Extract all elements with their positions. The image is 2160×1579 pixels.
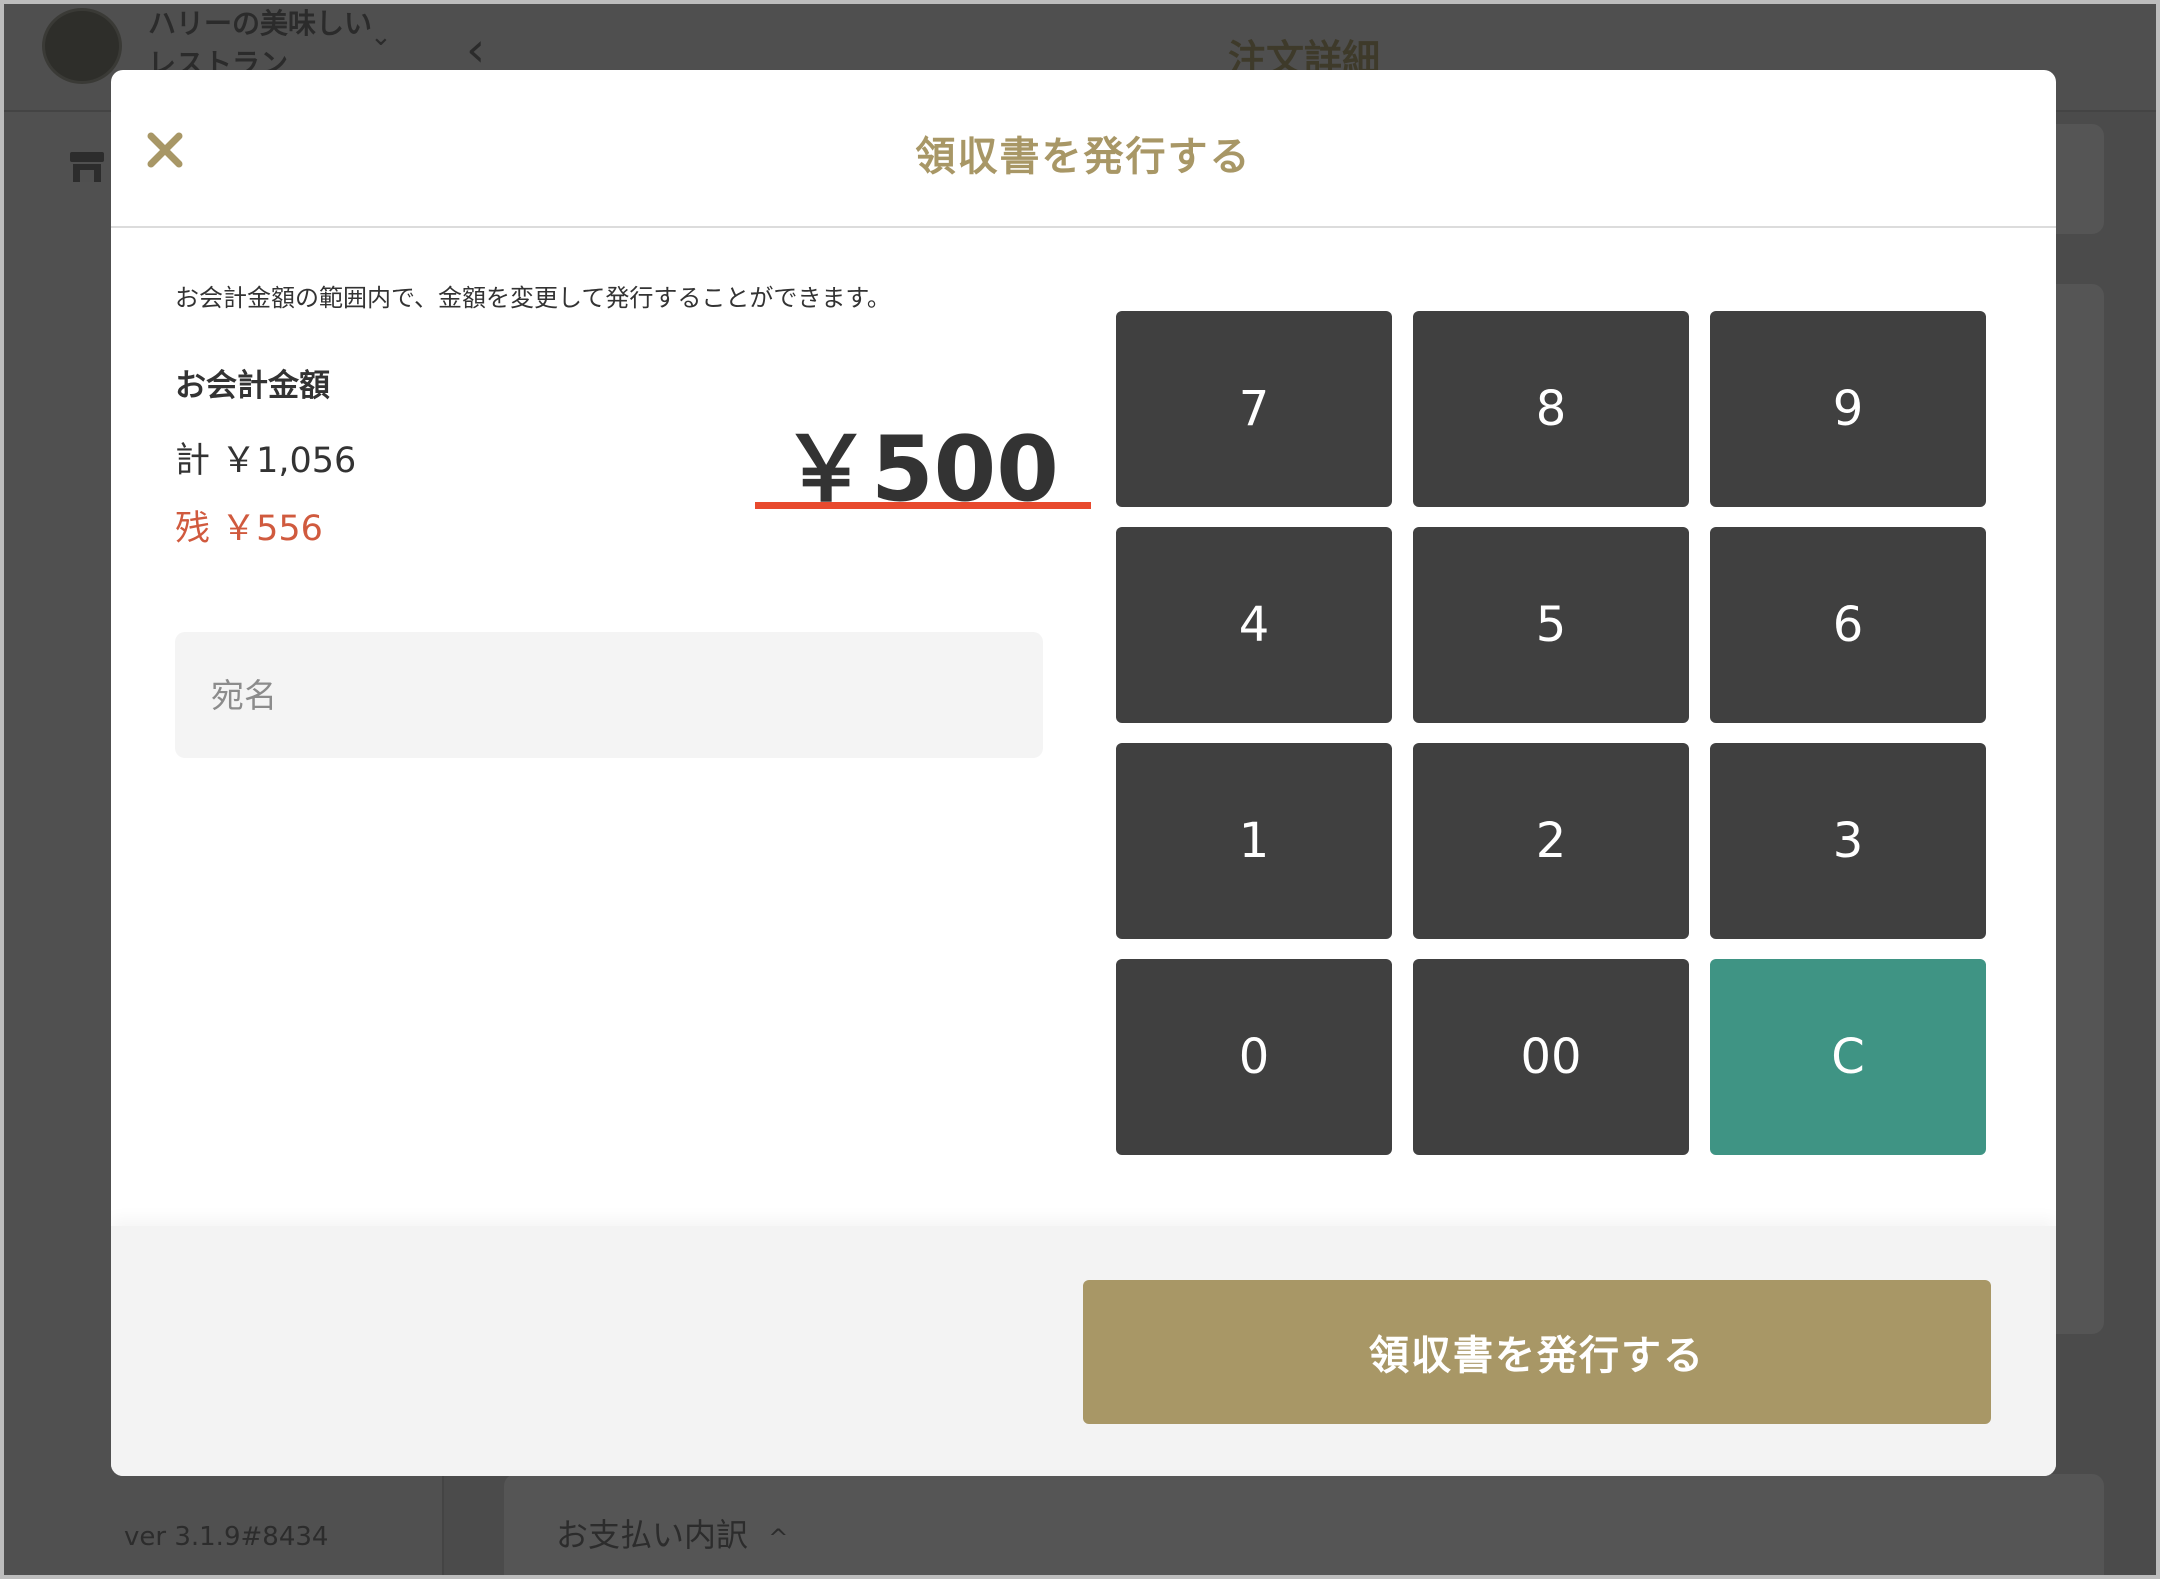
screen: ハリーの美味しい レストラン ⌄ ‹ 注文詳細 ver 3.1.9#8434 お… — [0, 0, 2160, 1579]
chevron-down-icon[interactable]: ⌄ — [370, 22, 392, 52]
store-icon[interactable] — [68, 150, 106, 184]
key-9[interactable]: 9 — [1710, 311, 1986, 507]
receipt-modal: 領収書を発行する お会計金額の範囲内で、金額を変更して発行することができます。 … — [111, 70, 2056, 1476]
key-1[interactable]: 1 — [1116, 743, 1392, 939]
modal-footer: 領収書を発行する — [111, 1226, 2056, 1476]
hint-text: お会計金額の範囲内で、金額を変更して発行することができます。 — [175, 284, 891, 312]
key-6[interactable]: 6 — [1710, 527, 1986, 723]
key-8[interactable]: 8 — [1413, 311, 1689, 507]
key-3[interactable]: 3 — [1710, 743, 1986, 939]
background-card — [2056, 284, 2104, 1334]
amount-underline — [755, 502, 1091, 509]
modal-header: 領収書を発行する — [111, 70, 2056, 228]
shop-avatar[interactable] — [42, 8, 122, 84]
key-7[interactable]: 7 — [1116, 311, 1392, 507]
issue-receipt-button[interactable]: 領収書を発行する — [1083, 1280, 1991, 1424]
key-0[interactable]: 0 — [1116, 959, 1392, 1155]
key-2[interactable]: 2 — [1413, 743, 1689, 939]
background-card — [2056, 124, 2104, 234]
total-sum: 計 ￥1,056 — [175, 441, 357, 481]
key-5[interactable]: 5 — [1413, 527, 1689, 723]
shop-name-line1: ハリーの美味しい — [148, 7, 373, 40]
total-label: お会計金額 — [175, 368, 330, 404]
key-clear[interactable]: C — [1710, 959, 1986, 1155]
key-4[interactable]: 4 — [1116, 527, 1392, 723]
recipient-input[interactable] — [175, 632, 1043, 758]
payment-breakdown-label: お支払い内訳 — [556, 1516, 749, 1554]
key-00[interactable]: 00 — [1413, 959, 1689, 1155]
modal-title: 領収書を発行する — [915, 134, 1252, 180]
version-label: ver 3.1.9#8434 — [124, 1522, 329, 1552]
chevron-up-icon: ^ — [768, 1524, 789, 1552]
remaining-amount: 残 ￥556 — [175, 509, 323, 549]
payment-breakdown-toggle[interactable]: お支払い内訳 ^ — [556, 1510, 788, 1556]
